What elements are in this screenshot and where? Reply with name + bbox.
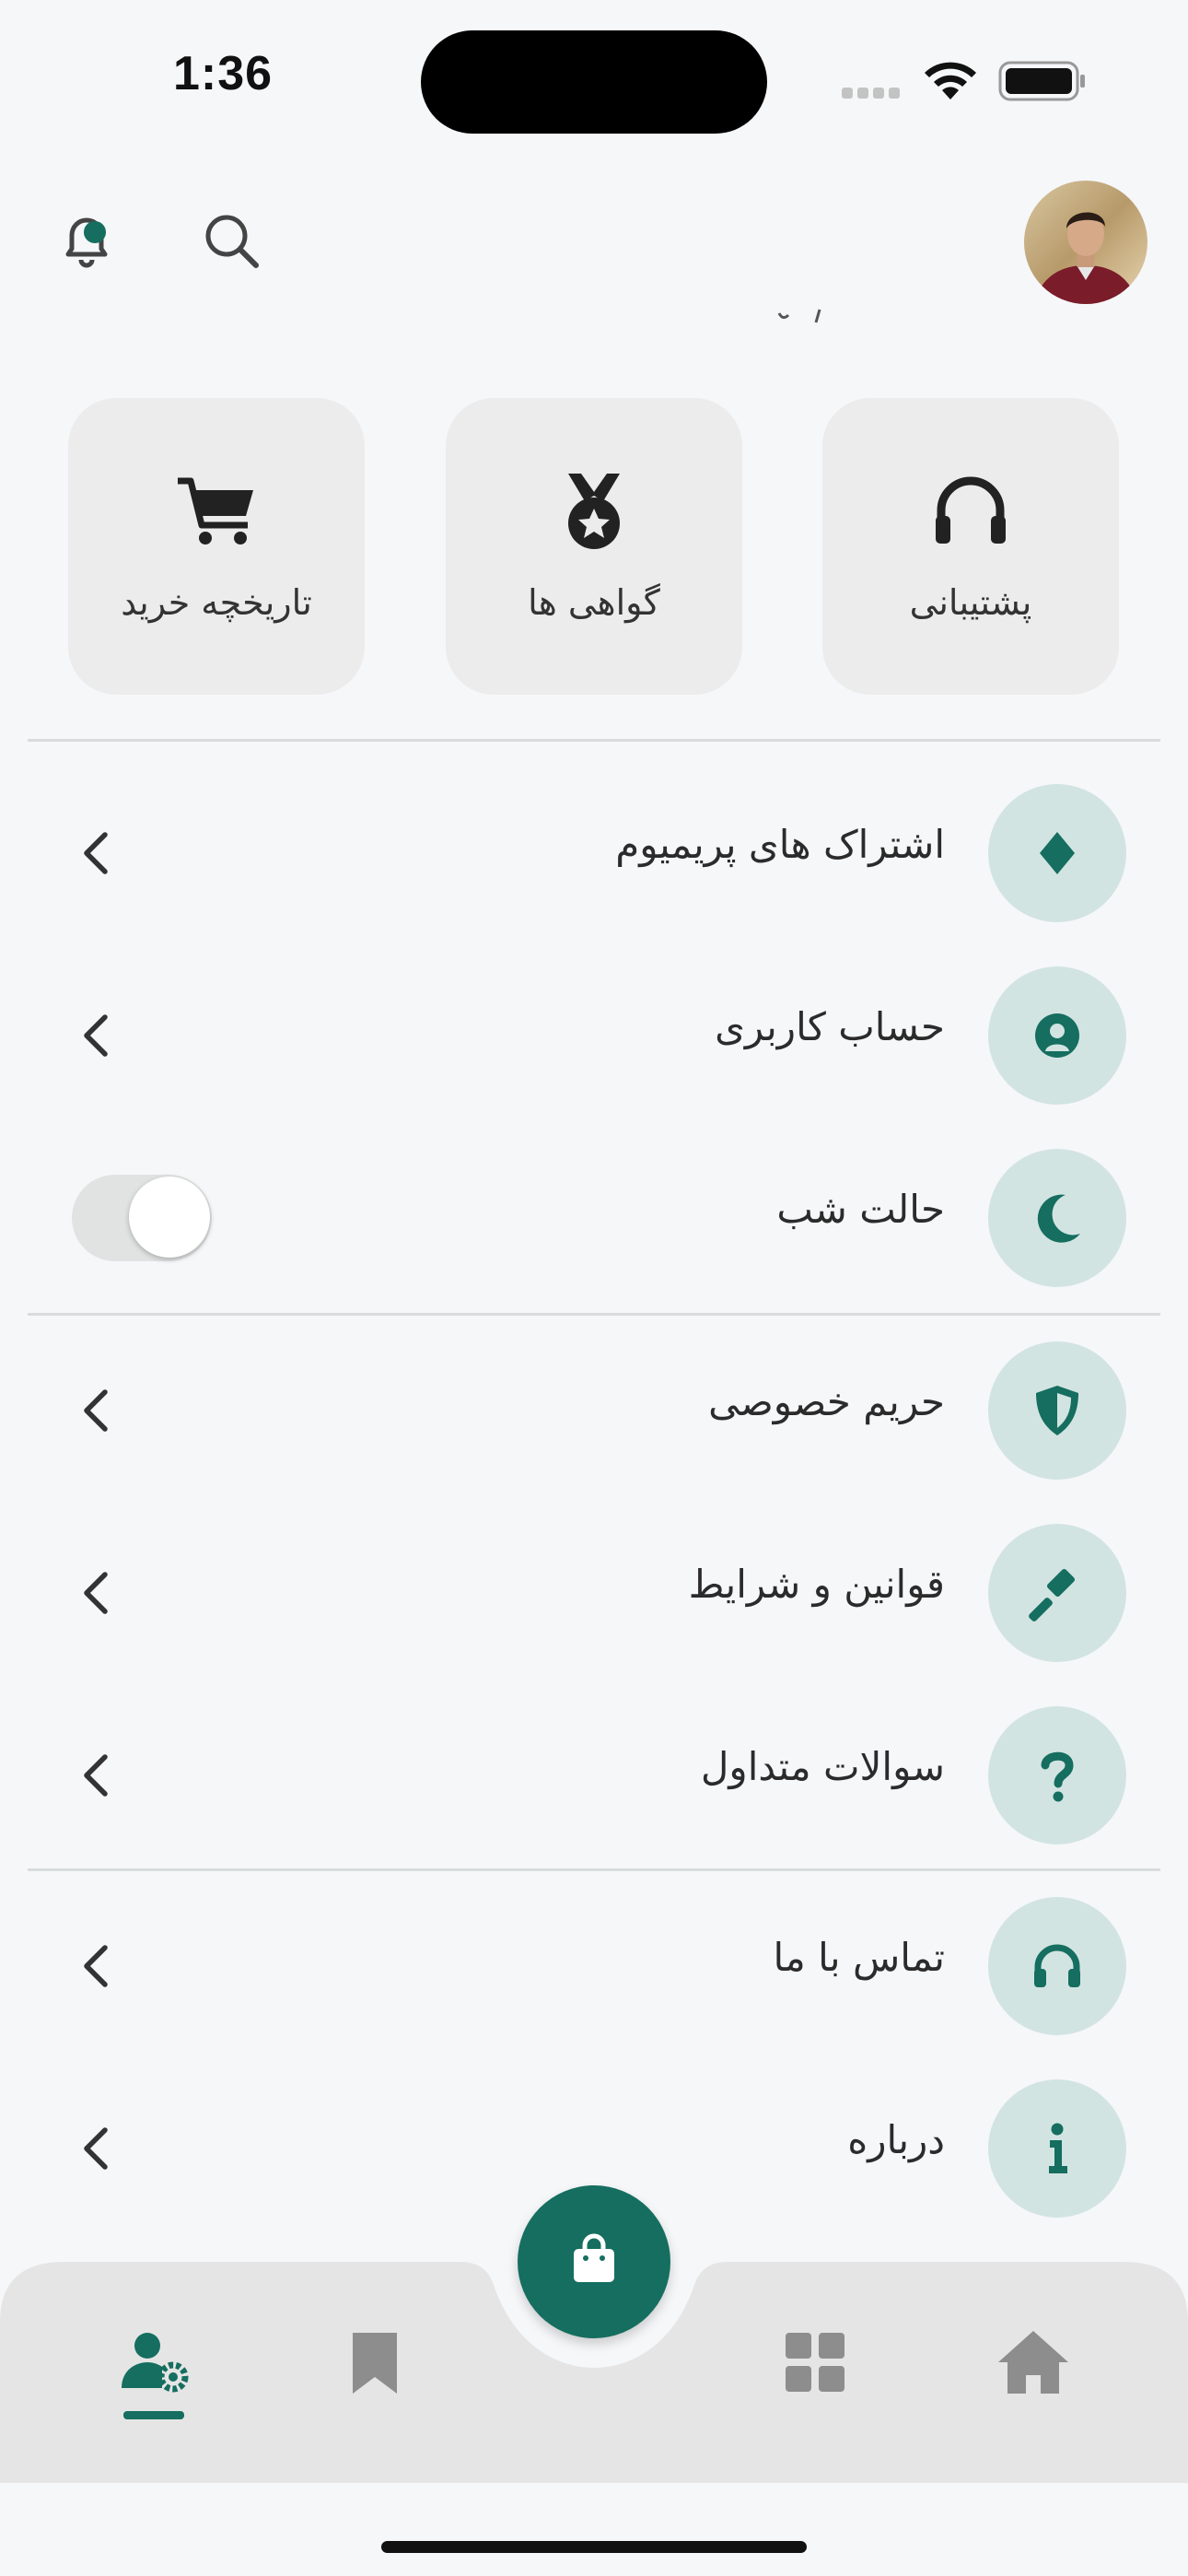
chevron-left-icon bbox=[84, 2127, 108, 2170]
active-tab-indicator bbox=[123, 2411, 184, 2419]
chevron-left-icon bbox=[84, 1014, 108, 1057]
diamond-icon bbox=[988, 784, 1126, 922]
menu-item-faq[interactable]: سوالات متداول bbox=[0, 1702, 1188, 1849]
menu-item-label: تماس با ما bbox=[773, 1935, 945, 1980]
menu-item-label: حساب کاربری bbox=[715, 1004, 945, 1049]
dynamic-island bbox=[421, 30, 767, 134]
menu-item-label: درباره bbox=[847, 2117, 945, 2162]
chevron-left-icon bbox=[84, 1572, 108, 1614]
cart-icon bbox=[178, 477, 253, 544]
shield-icon bbox=[988, 1341, 1126, 1480]
bookmark-icon[interactable] bbox=[336, 2324, 413, 2401]
menu-item-premium[interactable]: اشتراک های پریمیوم bbox=[0, 779, 1188, 927]
menu-item-label: حالت شب bbox=[776, 1187, 945, 1232]
menu-item-label: حریم خصوصی bbox=[708, 1379, 945, 1424]
notification-bell-icon[interactable] bbox=[50, 205, 123, 278]
wifi-icon bbox=[925, 62, 976, 100]
avatar[interactable] bbox=[1024, 181, 1147, 304]
medal-icon bbox=[568, 474, 620, 549]
headset-icon bbox=[988, 1897, 1126, 2035]
support-label: پشتیبانی bbox=[909, 582, 1032, 623]
shop-bag-button[interactable] bbox=[518, 2185, 670, 2338]
purchase-history-label: تاریخچه خرید bbox=[121, 582, 312, 623]
toggle-knob bbox=[129, 1177, 210, 1258]
certificates-label: گواهی ها bbox=[528, 582, 660, 623]
menu-item-label: قوانین و شرایط bbox=[688, 1562, 945, 1607]
status-time: 1:36 bbox=[173, 47, 274, 100]
divider bbox=[28, 1868, 1160, 1871]
purchase-history-tile[interactable]: تاریخچه خرید bbox=[68, 398, 365, 695]
chevron-left-icon bbox=[84, 832, 108, 874]
menu-item-account[interactable]: حساب کاربری bbox=[0, 962, 1188, 1109]
menu-item-contact[interactable]: تماس با ما bbox=[0, 1892, 1188, 2040]
dark-mode-toggle[interactable] bbox=[72, 1175, 212, 1261]
menu-item-dark-mode: حالت شب bbox=[0, 1144, 1188, 1292]
search-icon[interactable] bbox=[195, 205, 269, 278]
menu-item-privacy[interactable]: حریم خصوصی bbox=[0, 1337, 1188, 1484]
headphones-icon bbox=[936, 476, 1006, 544]
battery-icon bbox=[998, 61, 1085, 101]
chevron-left-icon bbox=[84, 1754, 108, 1797]
menu-item-label: سوالات متداول bbox=[700, 1744, 945, 1789]
moon-icon bbox=[988, 1149, 1126, 1287]
user-icon bbox=[988, 966, 1126, 1105]
divider bbox=[28, 739, 1160, 742]
profile-settings-icon[interactable] bbox=[116, 2324, 193, 2401]
menu-item-terms[interactable]: قوانین و شرایط bbox=[0, 1519, 1188, 1667]
chevron-left-icon bbox=[84, 1945, 108, 1987]
home-icon[interactable] bbox=[995, 2324, 1072, 2401]
grid-icon[interactable] bbox=[776, 2324, 854, 2401]
divider bbox=[28, 1313, 1160, 1316]
shop-bag-icon bbox=[574, 2233, 614, 2282]
certificates-tile[interactable]: گواهی ها bbox=[446, 398, 742, 695]
support-tile[interactable]: پشتیبانی bbox=[822, 398, 1119, 695]
cellular-signal-icon bbox=[842, 85, 904, 102]
gavel-icon bbox=[988, 1524, 1126, 1662]
home-indicator bbox=[381, 2541, 807, 2553]
question-icon bbox=[988, 1706, 1126, 1844]
menu-item-label: اشتراک های پریمیوم bbox=[615, 822, 945, 867]
info-icon bbox=[988, 2079, 1126, 2218]
chevron-left-icon bbox=[84, 1389, 108, 1432]
scrolled-text-fragment bbox=[777, 309, 821, 323]
